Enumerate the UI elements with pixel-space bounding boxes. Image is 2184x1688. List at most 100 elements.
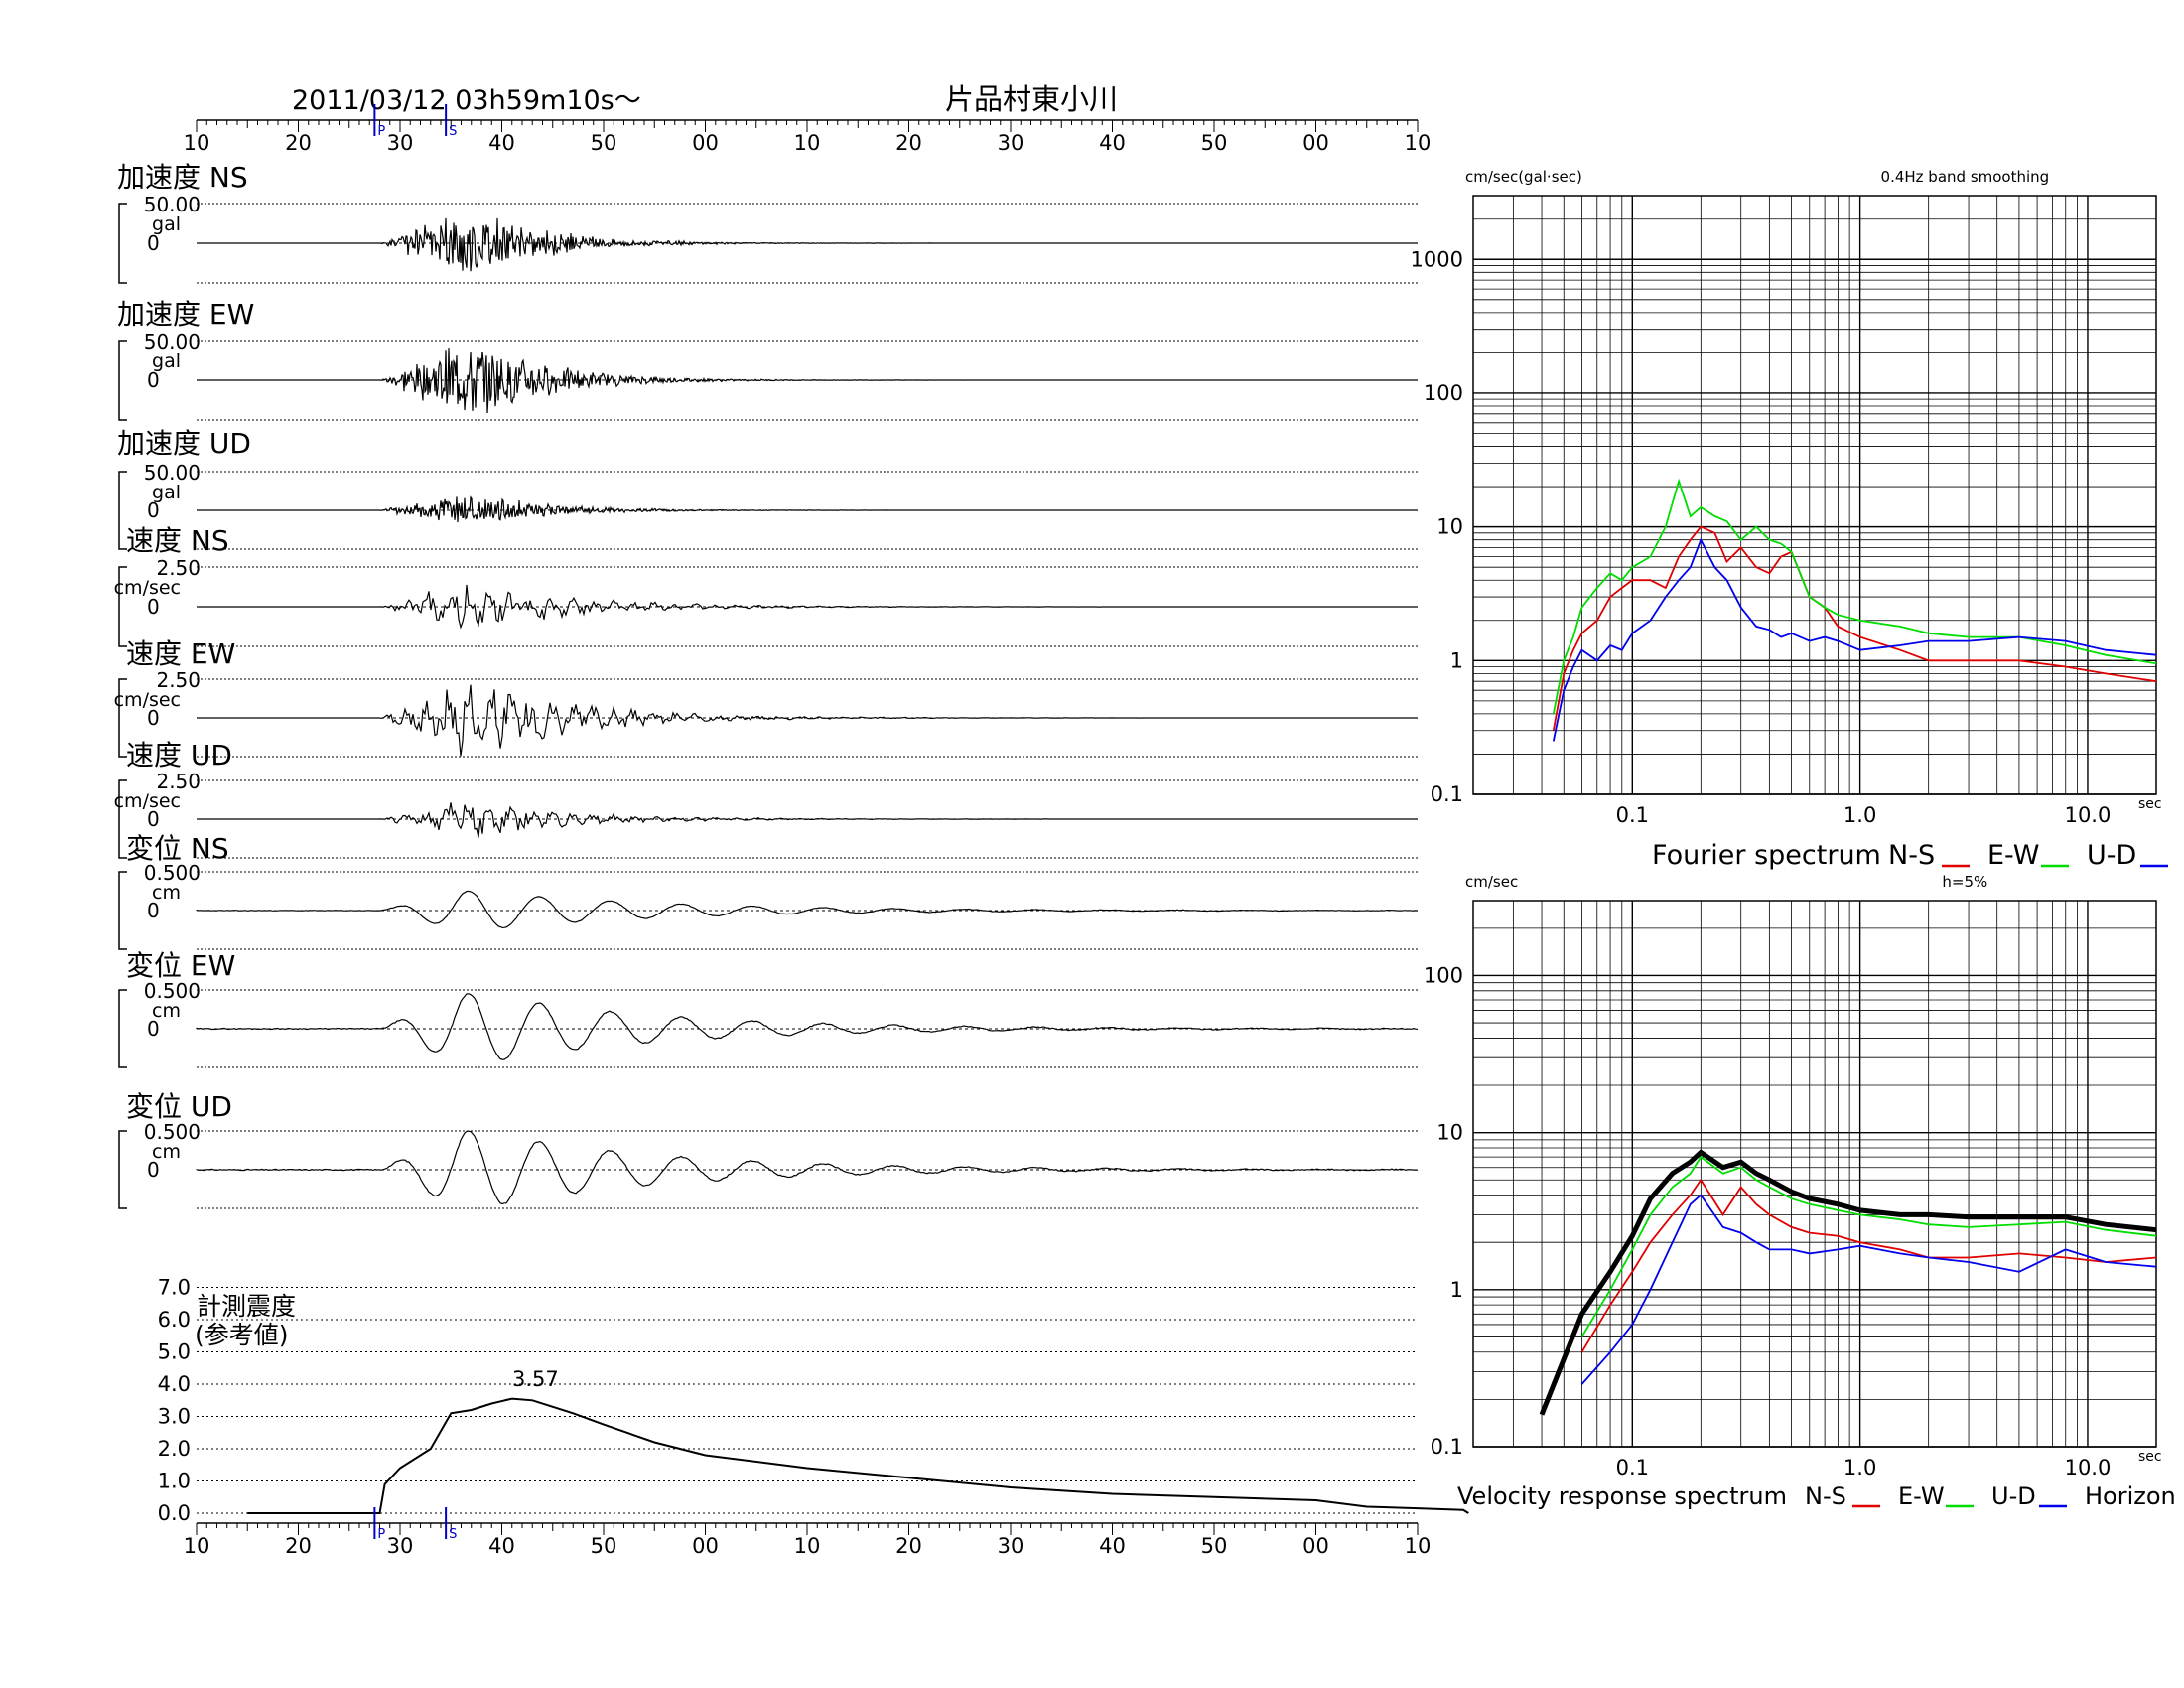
trace-panel-1: 加速度 EW50.00gal0 [117,298,1418,421]
intensity-subtitle: (参考値) [195,1321,289,1349]
time-tick-label: 40 [1099,131,1126,155]
intensity-panel: 計測震度 (参考値) 3.57 7.0 6.0 5.0 4.0 3.0 2.0 1.0 0.0 [158,1276,1469,1525]
time-tick-label: 10 [794,131,821,155]
time-tick-label: 10 [184,131,210,155]
chart-title: Fourier spectrum [1652,840,1881,871]
trace-title: 加速度 EW [117,298,254,331]
time-tick-label: 40 [488,131,515,155]
p-wave-marker-label: P [377,1527,385,1542]
time-tick-label: 00 [692,131,719,155]
intensity-tick-label: 3.0 [158,1405,191,1429]
y-tick-label: 1 [1450,1278,1463,1302]
intensity-tick-label: 5.0 [158,1340,191,1364]
trace-zero-label: 0 [147,595,160,619]
p-wave-marker-label: P [377,124,385,139]
y-tick-label: 0.1 [1431,782,1463,806]
trace-zero-label: 0 [147,498,160,522]
waveform-line [196,890,1419,929]
y-axis-unit: cm/sec [1465,873,1518,891]
intensity-max-label: 3.57 [512,1367,559,1391]
series-line-n-s [1580,1178,2157,1353]
waveform-line [197,802,1418,838]
y-tick-label: 100 [1424,381,1463,405]
x-tick-label: 10.0 [2065,1456,2112,1479]
x-tick-label: 1.0 [1843,1456,1876,1479]
trace-panel-6: 変位 NS0.500cm0 [118,832,1419,950]
trace-title: 速度 NS [126,524,229,557]
time-tick-label: 20 [285,1534,312,1558]
time-tick-label: 40 [488,1534,515,1558]
waveform-traces: 加速度 NS50.00gal0 加速度 EW50.00gal0加速度 UD50.0… [114,161,1419,1209]
x-tick-label: 1.0 [1843,803,1876,827]
intensity-tick-label: 4.0 [158,1372,191,1396]
time-tick-label: 50 [591,1534,617,1558]
trace-zero-label: 0 [147,807,160,831]
time-tick-label: 20 [895,131,922,155]
time-tick-label: 30 [998,131,1024,155]
time-tick-label: 30 [998,1534,1024,1558]
time-tick-label: 10 [1405,131,1432,155]
time-tick-label: 00 [1302,131,1329,155]
x-tick-label: 0.1 [1616,803,1649,827]
trace-bracket [118,989,127,1068]
time-tick-label: 00 [692,1534,719,1558]
x-tick-label: 10.0 [2065,803,2112,827]
time-tick-label: 30 [387,1534,414,1558]
y-tick-label: 1000 [1411,247,1463,271]
time-tick-label: 40 [1099,1534,1126,1558]
chart-note: h=5% [1942,873,1987,891]
y-tick-label: 10 [1436,515,1463,539]
time-tick-label: 20 [285,131,312,155]
waveform-line [197,495,1418,523]
trace-title: 変位 EW [126,949,235,982]
time-tick-label: 20 [895,1534,922,1558]
trace-bracket [118,340,127,421]
trace-bracket [118,203,127,284]
waveform-line [197,217,1418,272]
y-tick-label: 0.1 [1431,1435,1463,1459]
waveform-line [196,1130,1419,1205]
series-line-horizon [1539,1149,2157,1416]
legend-label: N-S [1805,1482,1846,1510]
waveform-line [197,584,1418,630]
trace-zero-label: 0 [147,368,160,392]
trace-panel-2: 加速度 UD50.00gal0 [117,427,1418,550]
chart-title: Velocity response spectrum [1457,1482,1787,1510]
seismogram-figure: 2011/03/12 03h59m10s〜 片品村東小川 10 20 30 40 50 0… [114,82,2176,1558]
y-axis-unit: cm/sec(gal·sec) [1465,168,1582,186]
bottom-time-axis: 10 20 30 40 50 00 10 20 30 40 50 00 10 P S [184,1507,1431,1558]
trace-title: 速度 UD [126,739,232,772]
waveform-line [197,348,1418,414]
trace-zero-label: 0 [147,1017,160,1041]
trace-zero-label: 0 [147,706,160,730]
datetime-label: 2011/03/12 03h59m10s〜 [292,85,641,116]
trace-title: 速度 EW [126,637,235,670]
legend-label: E-W [1898,1482,1945,1510]
legend-label: U-D [1991,1482,2036,1510]
trace-panel-3: 速度 NS2.50cm/sec0 [114,524,1418,647]
intensity-line [247,1397,1469,1514]
trace-zero-label: 0 [147,1158,160,1182]
y-tick-label: 10 [1436,1121,1463,1145]
time-tick-label: 10 [794,1534,821,1558]
time-tick-label: 50 [591,131,617,155]
intensity-tick-label: 0.0 [158,1501,191,1525]
y-tick-label: 100 [1424,963,1463,987]
legend-label: N-S [1888,840,1935,871]
velocity-response-chart: 0.1 1.0 10.0 0.1 1 10 100 sec cm/sec h=5% Velocity… [1424,873,2176,1510]
trace-panel-8: 変位 UD0.500cm0 [118,1090,1419,1209]
waveform-line [197,684,1418,757]
x-axis-unit: sec [2138,1449,2162,1465]
time-tick-label: 30 [387,131,414,155]
trace-title: 変位 UD [126,1090,232,1123]
time-tick-label: 00 [1302,1534,1329,1558]
trace-panel-0: 加速度 NS50.00gal0 [117,161,1418,284]
trace-panel-7: 変位 EW0.500cm0 [118,949,1419,1068]
y-tick-label: 1 [1450,648,1463,672]
trace-title: 加速度 UD [117,427,251,460]
trace-bracket [118,871,127,950]
intensity-tick-label: 1.0 [158,1470,191,1493]
legend-label: Horizon [2085,1482,2176,1510]
plot-frame [1472,195,2157,795]
legend-label: U-D [2087,840,2136,871]
